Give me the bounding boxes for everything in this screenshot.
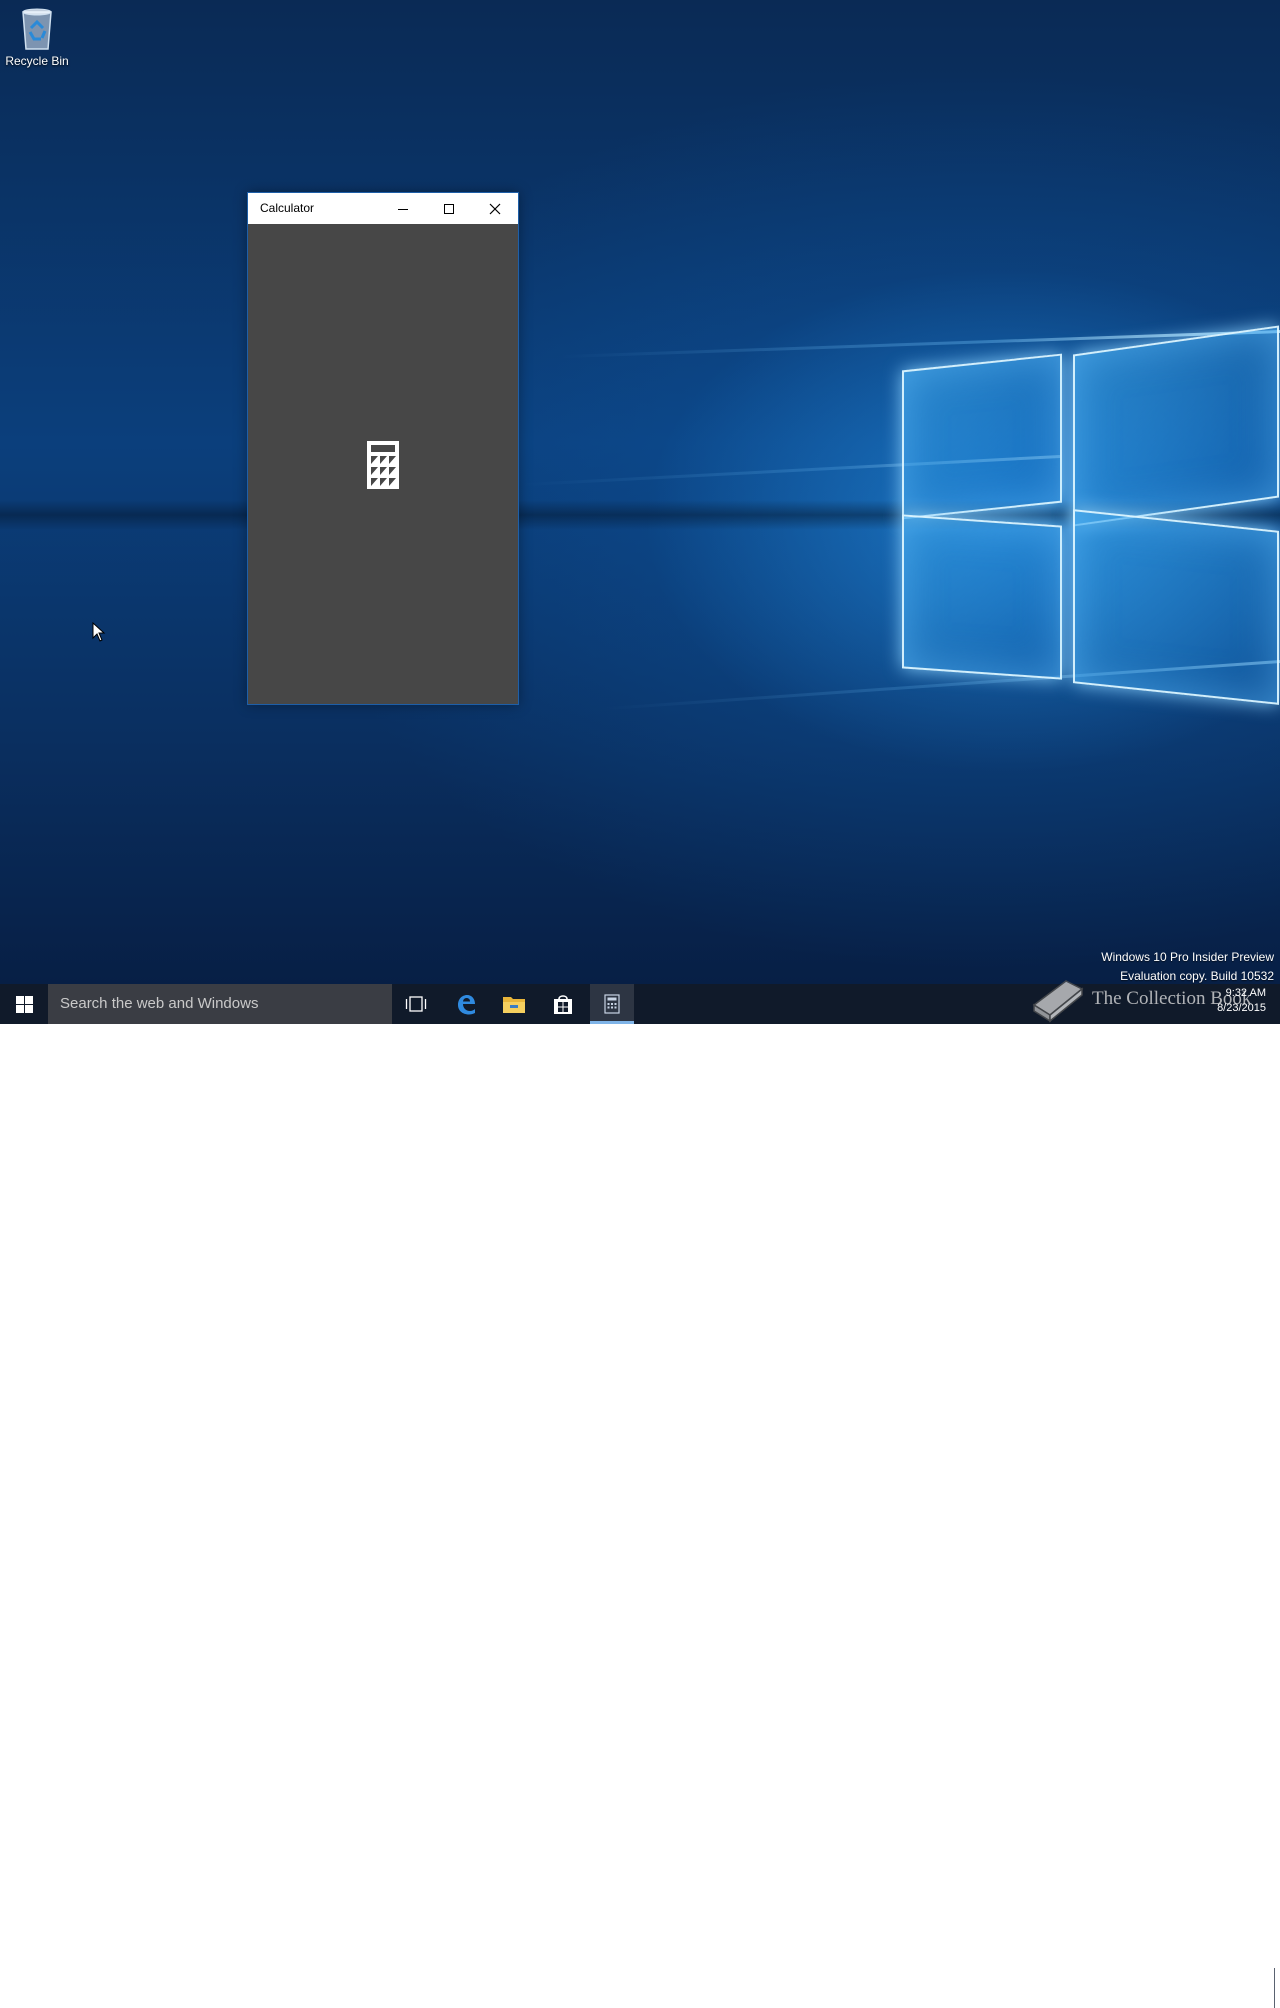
recycle-bin-label: Recycle Bin — [5, 54, 69, 68]
action-center-icon[interactable] — [1185, 1980, 1201, 1995]
close-button[interactable] — [472, 193, 518, 224]
folder-icon — [503, 997, 525, 1013]
chevron-up-icon[interactable] — [1116, 1980, 1128, 1992]
windows-start-icon — [15, 995, 33, 1013]
system-tray — [1110, 1968, 1280, 2008]
maximize-button[interactable] — [426, 193, 472, 224]
maximize-icon — [444, 203, 454, 214]
network-icon[interactable] — [1136, 1980, 1152, 1995]
search-box[interactable]: Search the web and Windows — [48, 984, 392, 1024]
edge-icon — [458, 995, 475, 1015]
search-placeholder: Search the web and Windows — [60, 995, 259, 1012]
recycle-bin-icon — [22, 8, 52, 50]
calculator-splash — [366, 440, 400, 494]
logo-pane-bottom-right — [1073, 509, 1279, 705]
show-desktop-button[interactable] — [1274, 1968, 1275, 2008]
watermark-line-2: Evaluation copy. Build 10532 — [1120, 969, 1274, 983]
logo-pane-top-right — [1073, 325, 1279, 527]
task-view-icon — [405, 996, 427, 1012]
desktop-background: Recycle Bin Calculator Windows 10 Pro In… — [0, 0, 1280, 984]
task-view-button[interactable] — [392, 984, 440, 1024]
store-icon — [554, 995, 572, 1014]
build-watermark: Windows 10 Pro Insider Preview Evaluatio… — [1101, 948, 1274, 984]
edge-button[interactable] — [442, 984, 490, 1024]
book-logo-icon — [1032, 980, 1084, 1023]
title-bar[interactable]: Calculator — [248, 193, 518, 224]
close-icon — [489, 203, 501, 214]
window-title: Calculator — [260, 201, 315, 215]
clock[interactable]: 9:32 AM 8/23/2015 — [1217, 986, 1266, 1016]
clock-date: 8/23/2015 — [1217, 1002, 1266, 1014]
store-button[interactable] — [539, 984, 587, 1024]
mouse-cursor-icon — [92, 622, 106, 642]
start-button[interactable] — [0, 984, 48, 1024]
logo-pane-top-left — [902, 353, 1062, 520]
recycle-bin-shortcut[interactable]: Recycle Bin — [4, 6, 70, 68]
volume-icon[interactable] — [1160, 1980, 1178, 1995]
calculator-icon — [604, 994, 620, 1014]
minimize-button[interactable] — [380, 193, 426, 224]
watermark-line-1: Windows 10 Pro Insider Preview — [1101, 950, 1274, 964]
logo-pane-bottom-left — [902, 514, 1062, 680]
clock-time: 9:32 AM — [1225, 987, 1266, 999]
minimize-icon — [398, 208, 408, 210]
taskbar: Search the web and Windows — [0, 984, 1280, 2008]
calculator-icon — [367, 441, 399, 489]
calculator-taskbar-button[interactable] — [590, 984, 634, 1024]
calculator-window[interactable]: Calculator — [247, 192, 519, 705]
file-explorer-button[interactable] — [490, 984, 538, 1024]
